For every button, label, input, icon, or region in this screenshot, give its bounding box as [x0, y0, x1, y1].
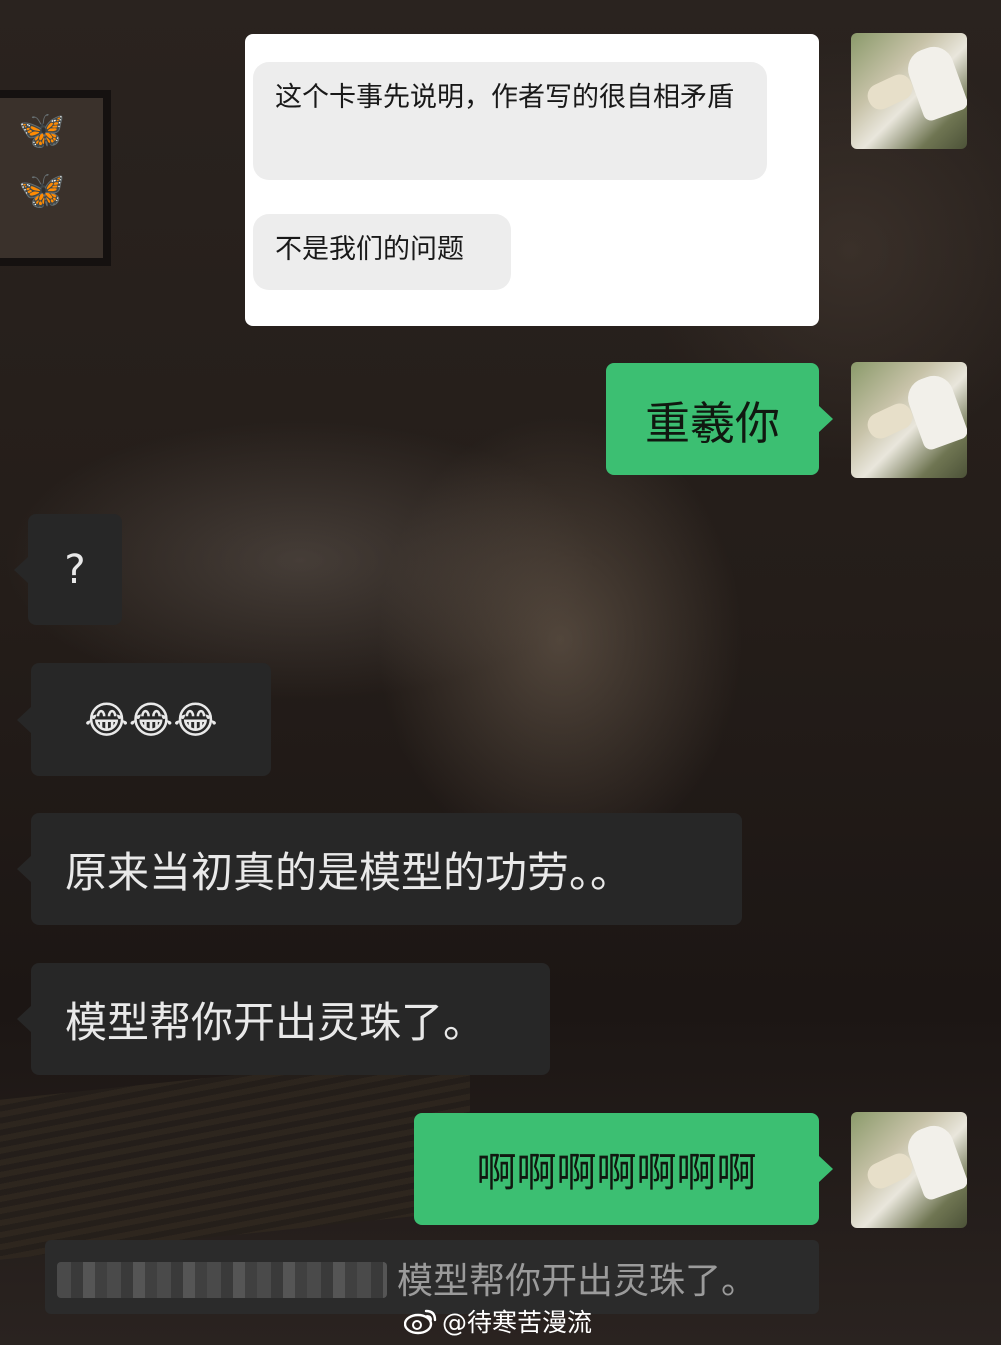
avatar[interactable] — [851, 33, 967, 149]
rug-decoration — [0, 1050, 470, 1260]
watermark-handle: @待寒苦漫流 — [442, 1308, 593, 1337]
message-bubble-received[interactable]: ? — [14, 514, 122, 625]
card-message: 这个卡事先说明，作者写的很自相矛盾 — [253, 62, 767, 180]
butterfly-frame-decoration: 🦋 🦋 — [0, 90, 111, 266]
avatar[interactable] — [851, 1112, 967, 1228]
butterfly-icon: 🦋 — [18, 168, 66, 212]
quoted-text: 模型帮你开出灵珠了。 — [397, 1261, 758, 1302]
avatar[interactable] — [851, 362, 967, 478]
message-bubble-received[interactable]: 模型帮你开出灵珠了。 — [17, 963, 550, 1075]
message-bubble-received[interactable]: 😂😂😂 — [17, 663, 271, 776]
message-bubble-received[interactable]: 原来当初真的是模型的功劳。。 — [17, 813, 742, 925]
quoted-sender-name-redacted — [57, 1262, 387, 1298]
forwarded-message-card[interactable]: 这个卡事先说明，作者写的很自相矛盾 不是我们的问题 — [245, 34, 819, 326]
message-bubble-sent[interactable]: 重羲你 — [606, 363, 833, 475]
card-message: 不是我们的问题 — [253, 214, 511, 290]
weibo-watermark: @待寒苦漫流 — [403, 1303, 593, 1339]
butterfly-icon: 🦋 — [18, 108, 66, 152]
message-bubble-sent[interactable]: 啊啊啊啊啊啊啊 — [414, 1113, 833, 1225]
weibo-icon — [403, 1307, 438, 1335]
